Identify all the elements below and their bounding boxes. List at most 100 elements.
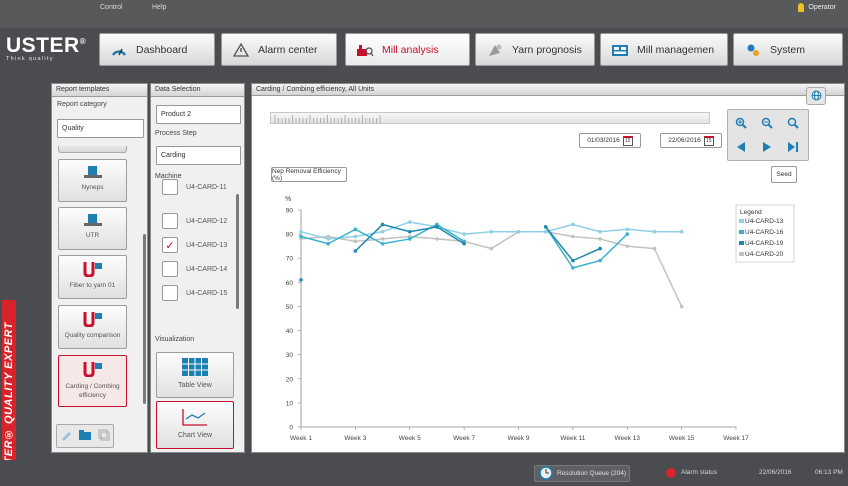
chart-panel-title: Carding / Combing efficiency, All Units [252,84,844,96]
template-carding-combing-efficiency-label: Carding / Combing efficiency [65,383,120,399]
machine-checkbox-checked[interactable]: ✓ [162,237,178,253]
y-tick-label: 90 [286,208,294,215]
template-nyneps-label: Nyneps [81,184,104,191]
data-point [598,237,602,241]
x-tick-label: Week 3 [344,435,366,442]
y-tick-label: 10 [286,400,294,407]
date-from-value: 01/03/2016 [587,137,620,144]
data-point [299,234,303,239]
template-quality-comparison[interactable]: Quality comparison [58,305,127,349]
nav-mill-management[interactable]: Mill managemen [600,33,728,66]
x-tick-label: Week 11 [560,435,585,442]
data-point [598,258,602,263]
edit-icon[interactable] [60,429,72,443]
uster-logo: USTER® Think quality [6,34,86,62]
menu-control[interactable]: Control [100,4,123,11]
data-point [679,304,684,309]
template-actions-bar [56,424,114,448]
alarm-status-label[interactable]: Alarm status [681,469,717,476]
machine-checkbox[interactable] [162,179,178,195]
machine-name: U4-CARD-15 [186,289,228,297]
template-fiber-to-yarn[interactable]: Fiber to yarn 01 [58,255,127,299]
menu-help[interactable]: Help [152,4,166,11]
chart-view-button[interactable]: Chart View [156,401,234,449]
status-date: 22/06/2016 [759,469,792,476]
table-view-button[interactable]: Table View [156,352,234,398]
y-tick-label: 80 [286,232,294,239]
zoom-reset-icon[interactable] [784,115,802,131]
nav-yarn-prognosis[interactable]: Yarn prognosis [475,33,595,66]
zoom-in-icon[interactable] [732,115,750,131]
product-field[interactable]: Product 2 [156,105,241,124]
machine-row-u4-card-15[interactable]: U4-CARD-15 [162,284,230,302]
pan-end-icon[interactable] [784,139,802,155]
template-utr[interactable]: UTR [58,207,127,250]
data-point [407,220,412,224]
efficiency-line-chart: % 0 10 20 30 40 50 60 70 80 90 Week 1 Week 3 Week 5 We… [285,196,795,442]
globe-button[interactable] [806,87,826,105]
nav-dashboard[interactable]: Dashboard [99,33,215,66]
nav-system[interactable]: System [733,33,843,66]
zoom-out-icon[interactable] [758,115,776,131]
nav-system-label: System [770,43,806,56]
nav-dashboard-label: Dashboard [136,43,188,56]
legend-entry: U4-CARD-13 [745,218,784,225]
machine-row-u4-card-14[interactable]: U4-CARD-14 [162,260,230,278]
template-partial-item[interactable] [58,146,127,153]
template-nyneps[interactable]: Nyneps [58,159,127,202]
templates-scrollbar[interactable] [143,234,146,404]
series-line [545,226,628,269]
report-category-label: Report category [57,101,107,108]
x-tick-label: Week 17 [723,435,749,442]
process-step-field[interactable]: Carding [156,146,241,165]
metric-selector-button[interactable]: Nep Removal Efficiency (%) [271,167,347,182]
machine-checkbox[interactable] [162,285,178,301]
x-tick-label: Week 1 [290,435,312,442]
machine-row-u4-card-12[interactable]: U4-CARD-12 [162,212,230,230]
nav-alarm-center[interactable]: Alarm center [221,33,337,66]
brand-name: USTER [6,34,80,57]
user-icon [798,3,805,12]
globe-icon [811,90,822,103]
visualization-label: Visualization [155,336,195,343]
data-point [380,222,385,227]
report-category-field[interactable]: Quality [57,119,144,138]
pan-left-icon[interactable] [732,139,750,155]
data-point [299,278,303,282]
pan-right-icon[interactable] [758,139,776,155]
date-from-field[interactable]: 01/03/2016 15 [579,133,641,148]
data-point [462,241,466,246]
alarm-icon [230,42,252,58]
data-point [380,229,385,234]
machine-list-scrollbar[interactable] [236,194,239,309]
data-point [543,229,548,234]
calendar-icon[interactable]: 15 [622,135,633,146]
calendar-icon[interactable]: 15 [703,135,714,146]
data-point [598,229,602,234]
machine-row-u4-card-13[interactable]: ✓ U4-CARD-13 [162,236,230,254]
copy-icon[interactable] [98,429,110,443]
resolution-queue-button[interactable]: Resolution Queue (204) [534,465,630,482]
y-axis-label: % [285,196,291,203]
x-tick-label: Week 15 [669,435,695,442]
folder-icon[interactable] [78,429,92,443]
machine-checkbox[interactable] [162,213,178,229]
data-point [326,237,330,241]
legend-swatch [739,241,744,245]
status-bar: Resolution Queue (204) Alarm status 22/0… [0,460,848,486]
operator-indicator[interactable]: Operator [798,3,836,12]
data-point [625,232,630,236]
data-point [489,229,494,234]
product-brand-text: USTER® QUALITY EXPERT [3,322,15,480]
nav-mill-analysis[interactable]: Mill analysis [345,33,470,66]
data-point [571,222,575,227]
seed-button[interactable]: Seed [771,166,797,183]
template-carding-combing-efficiency[interactable]: Carding / Combing efficiency [58,355,127,407]
data-point [462,232,466,236]
time-range-slider[interactable] [270,112,710,124]
date-to-field[interactable]: 22/06/2016 15 [660,133,722,148]
alarm-status-icon [666,468,676,478]
machine-row-u4-card-11[interactable]: U4-CARD-11 [162,178,230,196]
machine-checkbox[interactable] [162,261,178,277]
legend-swatch [739,219,744,223]
